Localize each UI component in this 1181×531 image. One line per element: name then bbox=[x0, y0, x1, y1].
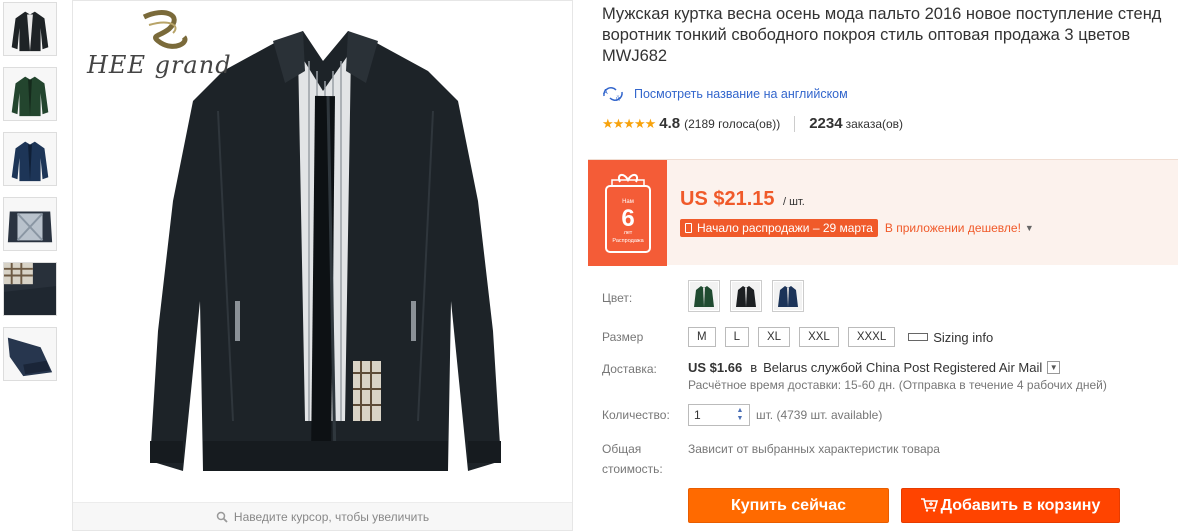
sizing-info-text: Sizing info bbox=[933, 329, 994, 345]
thumbnail-3[interactable] bbox=[3, 132, 57, 186]
thumbnail-list bbox=[3, 2, 59, 392]
size-option-xxl[interactable]: XXL bbox=[799, 327, 839, 347]
translate-link[interactable]: Aй Посмотреть название на английском bbox=[602, 86, 848, 102]
total-label-line2: стоимость: bbox=[602, 462, 663, 476]
add-to-cart-button[interactable]: Добавить в корзину bbox=[901, 488, 1120, 523]
translate-icon: Aй bbox=[603, 87, 623, 102]
quantity-available: шт. (4739 шт. available) bbox=[756, 408, 883, 422]
price-unit: / шт. bbox=[782, 196, 805, 208]
thumbnail-6[interactable] bbox=[3, 327, 57, 381]
shipping-price: US $1.66 bbox=[688, 360, 743, 375]
size-option-xxxl[interactable]: XXXL bbox=[847, 327, 896, 347]
zoom-hint: Наведите курсор, чтобы увеличить bbox=[73, 502, 572, 530]
total-note: Зависит от выбранных характеристик товар… bbox=[688, 442, 940, 456]
size-label: Размер bbox=[602, 330, 644, 344]
main-product-image[interactable]: HEE grand Наведите курсор, чтобы увеличи… bbox=[72, 0, 573, 531]
size-option-l[interactable]: L bbox=[724, 327, 749, 347]
quantity-label: Количество: bbox=[602, 408, 670, 422]
total-label-line1: Общая bbox=[602, 442, 642, 456]
color-swatch-green[interactable] bbox=[688, 280, 720, 312]
price-amount: US $21.15 bbox=[680, 188, 775, 210]
size-option-xl[interactable]: XL bbox=[758, 327, 791, 347]
divider bbox=[794, 115, 796, 132]
anniversary-promo-badge: Нам 6 лет Распродажа bbox=[588, 160, 667, 266]
rating-value: 4.8 bbox=[659, 115, 681, 132]
translate-link-text: Посмотреть название на английском bbox=[634, 87, 848, 101]
promo-years-text: лет bbox=[624, 230, 633, 236]
quantity-control: ▲ ▼ шт. (4739 шт. available) bbox=[688, 404, 882, 426]
price: US $21.15 / шт. bbox=[680, 188, 805, 211]
thumbnail-4[interactable] bbox=[3, 197, 57, 251]
promo-number: 6 bbox=[621, 205, 634, 232]
shipping-estimate: Расчётное время доставки: 15-60 дн. (Отп… bbox=[688, 378, 1107, 392]
cart-plus-icon bbox=[920, 498, 938, 512]
product-title: Мужская куртка весна осень мода пальто 2… bbox=[602, 5, 1162, 65]
color-swatch-navy[interactable] bbox=[772, 280, 804, 312]
buy-now-button[interactable]: Купить сейчас bbox=[688, 488, 889, 523]
shipping-line: US $1.66 в Belarus службой China Post Re… bbox=[688, 360, 1061, 375]
zoom-hint-text: Наведите курсор, чтобы увеличить bbox=[233, 510, 430, 524]
svg-text:A: A bbox=[603, 89, 608, 96]
size-option-m[interactable]: M bbox=[688, 327, 716, 347]
sale-row: Начало распродажи – 29 марта В приложени… bbox=[680, 219, 1034, 237]
color-label: Цвет: bbox=[602, 291, 633, 305]
add-to-cart-label: Добавить в корзину bbox=[940, 497, 1101, 514]
thumbnail-5[interactable] bbox=[3, 262, 57, 316]
rating-votes[interactable]: (2189 голоса(ов)) bbox=[684, 117, 780, 131]
caret-down-icon[interactable]: ▼ bbox=[1025, 223, 1034, 233]
rating-stars: ★★★★★ bbox=[602, 115, 656, 131]
magnifier-icon bbox=[216, 511, 228, 523]
shipping-in: в bbox=[750, 360, 758, 375]
orders-label: заказа(ов) bbox=[845, 116, 904, 131]
sale-start-badge: Начало распродажи – 29 марта bbox=[680, 219, 878, 237]
app-cheaper-link[interactable]: В приложении дешевле! bbox=[885, 221, 1021, 235]
phone-icon bbox=[685, 223, 692, 233]
shipping-label: Доставка: bbox=[602, 362, 657, 376]
quantity-input[interactable] bbox=[689, 405, 733, 425]
thumbnail-1[interactable] bbox=[3, 2, 57, 56]
gift-phone-icon: Нам 6 лет Распродажа bbox=[605, 174, 651, 253]
shipping-dropdown-icon[interactable]: ▼ bbox=[1047, 361, 1061, 374]
ruler-icon bbox=[908, 333, 929, 341]
orders-count: 2234 bbox=[809, 115, 843, 132]
rating-row: ★★★★★ 4.8 (2189 голоса(ов)) 2234 заказа(… bbox=[602, 115, 903, 132]
quantity-stepper: ▲ ▼ bbox=[688, 404, 750, 426]
quantity-spinner: ▲ ▼ bbox=[733, 407, 747, 423]
thumbnail-2[interactable] bbox=[3, 67, 57, 121]
sizing-info-link[interactable]: Sizing info bbox=[908, 330, 993, 345]
price-box: Нам 6 лет Распродажа US $21.15 / шт. Нач… bbox=[588, 159, 1178, 266]
size-options: M L XL XXL XXXL Sizing info bbox=[688, 327, 993, 347]
quantity-decrease-icon[interactable]: ▼ bbox=[733, 415, 747, 423]
sale-start-text: Начало распродажи – 29 марта bbox=[697, 221, 873, 235]
color-options bbox=[688, 280, 804, 312]
brand-logo-text: HEE grand bbox=[87, 51, 232, 79]
color-swatch-black[interactable] bbox=[730, 280, 762, 312]
promo-bottom-text: Распродажа bbox=[612, 238, 644, 244]
svg-text:й: й bbox=[616, 95, 620, 102]
shipping-method[interactable]: Belarus службой China Post Registered Ai… bbox=[763, 360, 1042, 375]
quantity-increase-icon[interactable]: ▲ bbox=[733, 407, 747, 415]
